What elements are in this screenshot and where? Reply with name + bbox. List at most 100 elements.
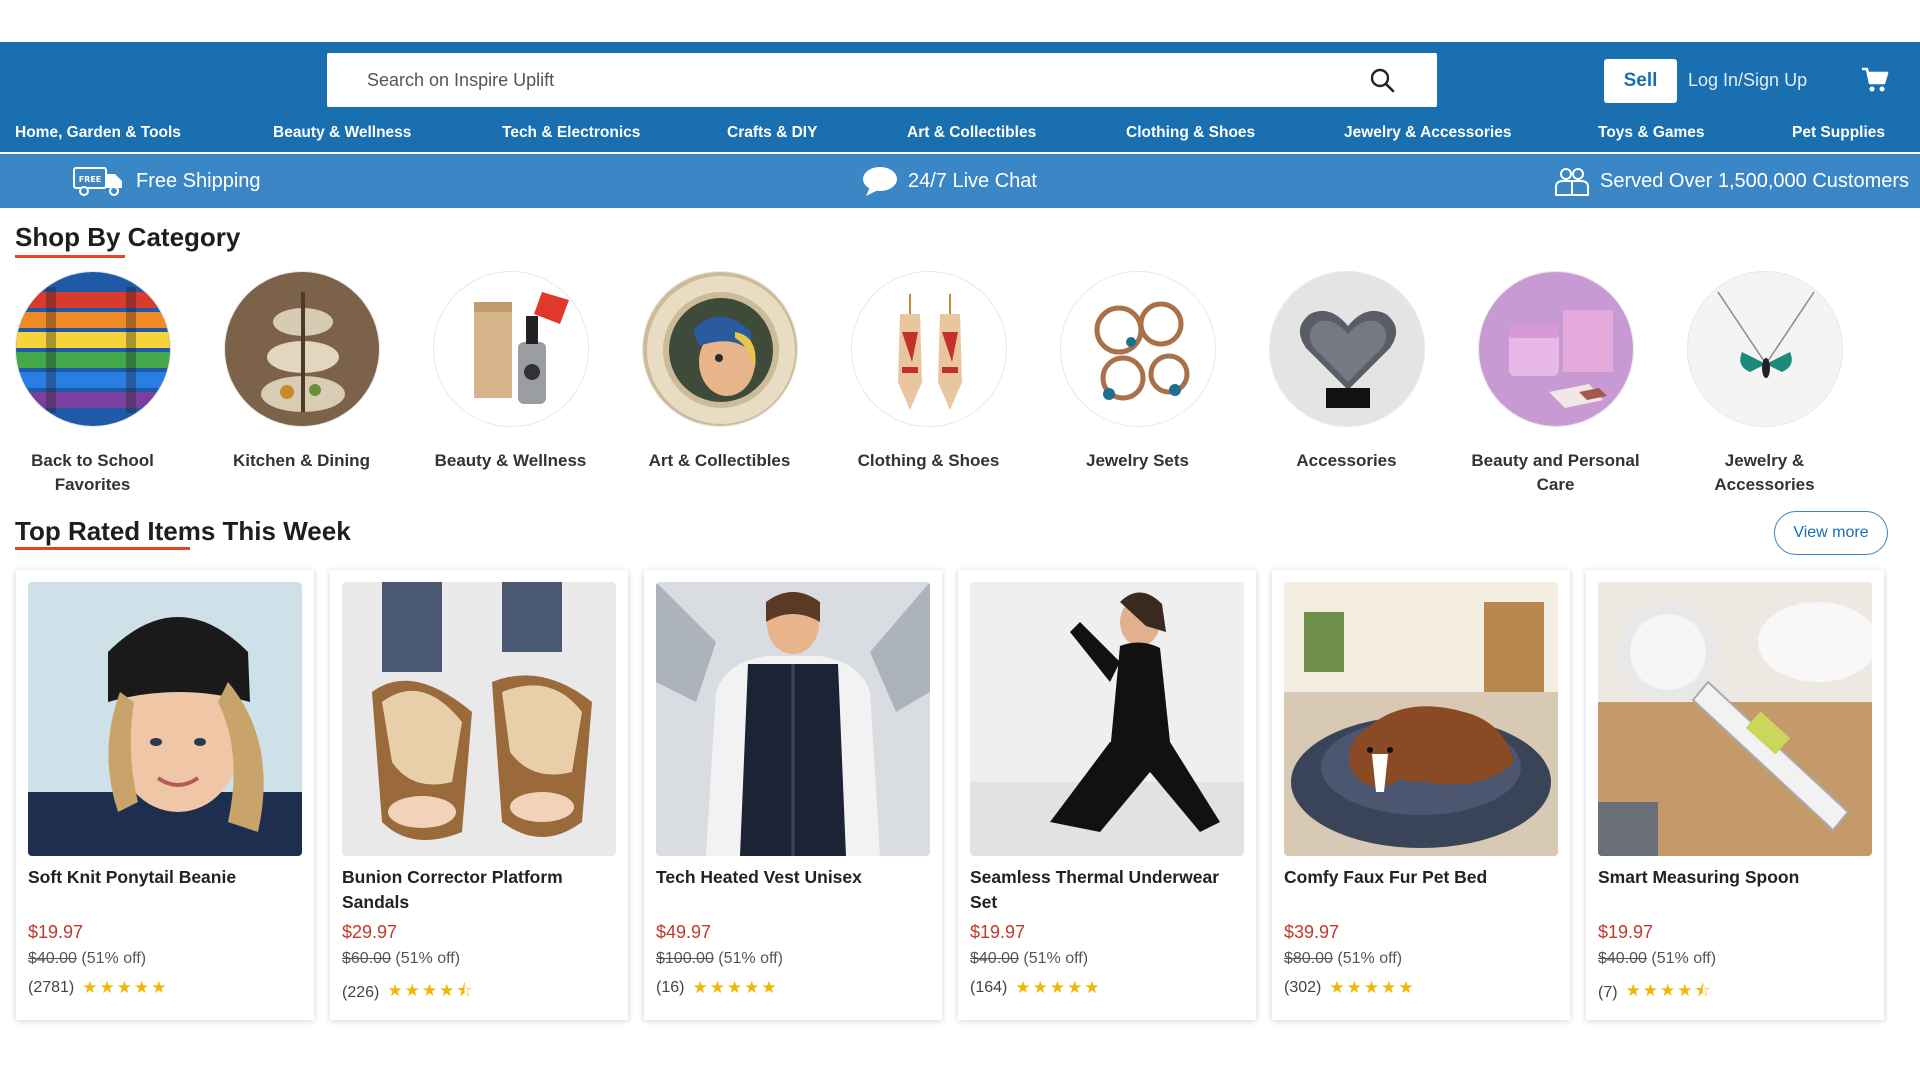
product-discount: (51% off) (395, 950, 461, 967)
search-icon[interactable] (1367, 65, 1397, 95)
product-old-price-line: $60.00 (51% off) (342, 950, 460, 968)
star-rating-icon: ★★★★★ (1329, 978, 1416, 997)
search-bar (327, 53, 1437, 107)
people-icon (1555, 168, 1589, 196)
category-image (1686, 271, 1843, 427)
product-rating: (2781) ★★★★★ (28, 978, 168, 998)
category-beauty-wellness[interactable]: Beauty & Wellness (423, 271, 598, 473)
category-art-collectibles[interactable]: Art & Collectibles (632, 271, 807, 473)
product-image (1284, 582, 1558, 856)
product-discount: (51% off) (1023, 950, 1089, 967)
review-count: (226) (342, 983, 380, 1001)
product-old-price-line: $40.00 (51% off) (1598, 950, 1716, 968)
category-label: Art & Collectibles (648, 451, 791, 470)
category-jewelry-sets[interactable]: Jewelry Sets (1050, 271, 1225, 473)
product-card[interactable]: Smart Measuring Spoon $19.97 $40.00 (51%… (1586, 570, 1884, 1020)
product-old-price: $40.00 (1598, 950, 1647, 967)
sell-button[interactable]: Sell (1604, 59, 1677, 103)
product-rating: (226) ★★★★⯪ (342, 978, 474, 1007)
cart-icon[interactable] (1860, 66, 1890, 94)
category-label: Back to School Favorites (31, 451, 154, 494)
product-name: Seamless Thermal Underwear Set (970, 867, 1220, 912)
category-label: Accessories (1296, 451, 1397, 470)
product-image (656, 582, 930, 856)
category-image (850, 271, 1007, 427)
product-card[interactable]: Soft Knit Ponytail Beanie $19.97 $40.00 … (16, 570, 314, 1020)
product-rating: (7) ★★★★⯪ (1598, 978, 1713, 1007)
truck-icon: FREE (73, 167, 122, 196)
product-price: $49.97 (656, 922, 712, 942)
product-image (28, 582, 302, 856)
star-rating-icon: ★★★★⯪ (1625, 981, 1713, 1000)
free-shipping-label: Free Shipping (136, 169, 261, 192)
nav-item-beauty-wellness[interactable]: Beauty & Wellness (273, 124, 411, 142)
product-old-price: $80.00 (1284, 950, 1333, 967)
product-rating: (16) ★★★★★ (656, 978, 779, 998)
category-image (14, 271, 171, 427)
product-image (970, 582, 1244, 856)
nav-item-clothing-shoes[interactable]: Clothing & Shoes (1126, 124, 1255, 142)
category-image (432, 271, 589, 427)
login-signup-link[interactable]: Log In/Sign Up (1688, 70, 1807, 91)
category-label: Clothing & Shoes (857, 451, 1000, 470)
nav-item-jewelry-accessories[interactable]: Jewelry & Accessories (1344, 124, 1511, 142)
category-label: Beauty & Wellness (434, 451, 587, 470)
product-card[interactable]: Bunion Corrector Platform Sandals $29.97… (330, 570, 628, 1020)
category-clothing-shoes[interactable]: Clothing & Shoes (841, 271, 1016, 473)
review-count: (302) (1284, 979, 1322, 996)
category-accessories[interactable]: Accessories (1259, 271, 1434, 473)
product-old-price: $40.00 (970, 950, 1019, 967)
product-old-price-line: $100.00 (51% off) (656, 950, 783, 968)
category-nav: Home, Garden & Tools Beauty & Wellness T… (0, 124, 1920, 152)
nav-item-tech-electronics[interactable]: Tech & Electronics (502, 124, 640, 142)
product-image (342, 582, 616, 856)
customers-label: Served Over 1,500,000 Customers (1600, 169, 1910, 192)
product-name: Bunion Corrector Platform Sandals (342, 867, 563, 912)
category-beauty-personal-care[interactable]: Beauty and Personal Care (1468, 271, 1643, 497)
product-name: Soft Knit Ponytail Beanie (28, 867, 237, 887)
review-count: (16) (656, 979, 685, 996)
nav-item-pet-supplies[interactable]: Pet Supplies (1792, 124, 1885, 142)
shop-by-category-title: Shop By Category (15, 222, 241, 252)
search-input[interactable] (367, 69, 1367, 91)
chat-bubble-icon (863, 167, 897, 196)
product-discount: (51% off) (81, 950, 147, 967)
product-price: $29.97 (342, 922, 398, 942)
view-more-button[interactable]: View more (1774, 511, 1888, 555)
review-count: (7) (1598, 983, 1618, 1001)
product-card[interactable]: Seamless Thermal Underwear Set $19.97 $4… (958, 570, 1256, 1020)
product-discount: (51% off) (1337, 950, 1403, 967)
product-discount: (51% off) (1651, 950, 1717, 967)
review-count: (164) (970, 979, 1008, 996)
category-label: Beauty and Personal Care (1471, 451, 1640, 494)
product-price: $39.97 (1284, 922, 1340, 942)
category-label: Jewelry Sets (1085, 451, 1189, 470)
product-name: Smart Measuring Spoon (1598, 867, 1800, 887)
title-underline (15, 547, 190, 550)
nav-item-art-collectibles[interactable]: Art & Collectibles (907, 124, 1036, 142)
product-card[interactable]: Comfy Faux Fur Pet Bed $39.97 $80.00 (51… (1272, 570, 1570, 1020)
category-image (1059, 271, 1216, 427)
product-discount: (51% off) (718, 950, 783, 967)
product-old-price-line: $80.00 (51% off) (1284, 950, 1402, 968)
nav-item-crafts-diy[interactable]: Crafts & DIY (727, 124, 817, 142)
category-back-to-school[interactable]: Back to School Favorites (5, 271, 180, 497)
category-kitchen-dining[interactable]: Kitchen & Dining (214, 271, 389, 473)
category-jewelry-accessories[interactable]: Jewelry & Accessories (1677, 271, 1852, 497)
nav-item-toys-games[interactable]: Toys & Games (1598, 124, 1705, 142)
live-chat-benefit[interactable]: 24/7 Live Chat (862, 154, 1037, 208)
star-rating-icon: ★★★★★ (1015, 978, 1102, 997)
product-old-price-line: $40.00 (51% off) (28, 950, 146, 968)
site-header: Sell Log In/Sign Up Home, Garden & Tools… (0, 42, 1920, 152)
product-rating: (164) ★★★★★ (970, 978, 1102, 998)
product-name: Tech Heated Vest Unisex (656, 867, 862, 887)
free-badge-text: FREE (79, 175, 102, 184)
star-rating-icon: ★★★★★ (692, 978, 779, 997)
nav-item-home-garden-tools[interactable]: Home, Garden & Tools (15, 124, 181, 142)
product-old-price: $40.00 (28, 950, 77, 967)
customers-benefit: Served Over 1,500,000 Customers (1554, 154, 1909, 208)
product-old-price: $100.00 (656, 950, 714, 967)
top-rated-title: Top Rated Items This Week (15, 516, 351, 546)
product-rating: (302) ★★★★★ (1284, 978, 1416, 998)
product-card[interactable]: Tech Heated Vest Unisex $49.97 $100.00 (… (644, 570, 942, 1020)
